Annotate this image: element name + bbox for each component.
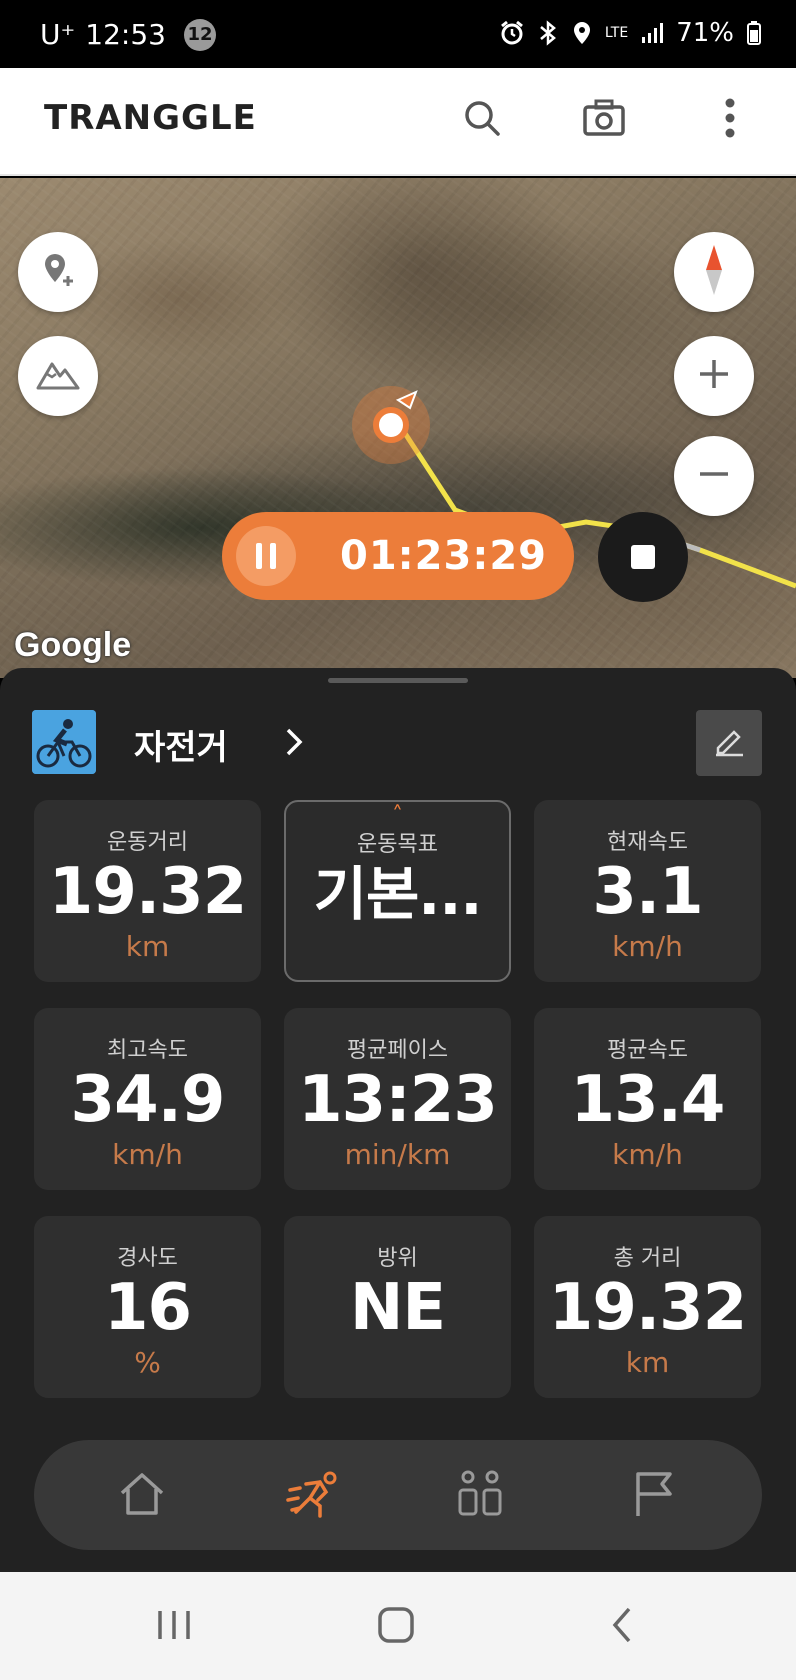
map-view[interactable]: 01:23:29 Google <box>0 178 796 678</box>
stat-card-goal[interactable]: ˄ 운동목표 기본... <box>284 800 511 982</box>
activity-label: 자전거 <box>134 728 228 768</box>
people-icon <box>457 1470 503 1522</box>
camera-button[interactable] <box>574 90 634 150</box>
bluetooth-icon <box>537 20 559 46</box>
stat-unit: % <box>134 1346 161 1379</box>
stat-unit: km/h <box>612 930 683 963</box>
bicycle-icon <box>32 710 96 774</box>
stop-button[interactable] <box>598 512 688 602</box>
stat-value: 16 <box>103 1271 192 1345</box>
stop-icon <box>631 545 655 569</box>
stat-card-avg-speed[interactable]: 평균속도 13.4 km/h <box>534 1008 761 1190</box>
sheet-handle[interactable] <box>328 678 468 683</box>
app-bar: TRANGGLE <box>0 68 796 176</box>
edit-icon <box>712 724 746 762</box>
camera-icon <box>582 98 626 142</box>
bottom-nav <box>34 1440 762 1550</box>
stat-value: 3.1 <box>592 855 703 929</box>
recording-timer: 01:23:29 <box>222 512 574 600</box>
zoom-in-button[interactable] <box>674 336 754 416</box>
recent-apps-icon <box>154 1607 194 1647</box>
back-icon <box>607 1605 637 1649</box>
nav-activity[interactable] <box>284 1466 344 1526</box>
stat-card-distance[interactable]: 운동거리 19.32 km <box>34 800 261 982</box>
caret-up-icon: ˄ <box>392 803 403 828</box>
pause-icon <box>256 543 262 569</box>
stat-value: 19.32 <box>548 1271 747 1345</box>
carrier-label: U⁺ <box>40 18 76 51</box>
flag-icon <box>632 1470 676 1522</box>
compass-icon <box>704 243 724 301</box>
search-icon <box>462 98 502 142</box>
battery-label: 71% <box>676 18 734 48</box>
zoom-in-icon <box>697 357 731 395</box>
stat-unit: km <box>125 930 170 963</box>
mountain-icon <box>35 356 81 396</box>
status-time: 12:53 <box>85 18 166 51</box>
location-icon <box>571 20 593 46</box>
stat-unit: min/km <box>344 1138 451 1171</box>
stat-value: 13.4 <box>570 1063 726 1137</box>
stat-card-max-speed[interactable]: 최고속도 34.9 km/h <box>34 1008 261 1190</box>
nav-people[interactable] <box>450 1466 510 1526</box>
stat-card-slope[interactable]: 경사도 16 % <box>34 1216 261 1398</box>
lte-label: LTE <box>604 25 629 41</box>
stat-unit: km/h <box>612 1138 683 1171</box>
stat-value: 13:23 <box>298 1063 498 1137</box>
chevron-right-icon <box>274 720 314 764</box>
activity-icon <box>286 1470 342 1522</box>
more-vert-icon <box>724 97 736 143</box>
add-location-button[interactable] <box>18 232 98 312</box>
app-logo: TRANGGLE <box>44 98 257 138</box>
stat-card-heading[interactable]: 방위 NE <box>284 1216 511 1398</box>
status-bar: U⁺ 12:53 12 LTE 71% <box>0 0 796 68</box>
zoom-out-icon <box>697 457 731 495</box>
stat-card-current-speed[interactable]: 현재속도 3.1 km/h <box>534 800 761 982</box>
stat-card-total-distance[interactable]: 총 거리 19.32 km <box>534 1216 761 1398</box>
stat-value: 기본... <box>313 860 483 928</box>
stat-card-avg-pace[interactable]: 평균페이스 13:23 min/km <box>284 1008 511 1190</box>
compass-button[interactable] <box>674 232 754 312</box>
stat-value: 34.9 <box>70 1063 226 1137</box>
stats-sheet: 자전거 운동거리 19.32 km ˄ 운동목표 기본... 현재속도 3.1 … <box>0 668 796 1572</box>
nav-flag[interactable] <box>624 1466 684 1526</box>
elapsed-time: 01:23:29 <box>340 533 547 579</box>
notification-badge: 12 <box>183 18 216 51</box>
more-button[interactable] <box>700 90 760 150</box>
terrain-button[interactable] <box>18 336 98 416</box>
stat-unit: km <box>625 1346 670 1379</box>
recent-apps-button[interactable] <box>144 1602 204 1652</box>
add-location-icon <box>38 250 78 294</box>
search-button[interactable] <box>452 90 512 150</box>
battery-icon <box>746 20 762 46</box>
stat-value: NE <box>349 1271 446 1345</box>
activity-selector[interactable]: 자전거 <box>32 710 762 780</box>
system-nav-bar <box>0 1572 796 1680</box>
edit-button[interactable] <box>696 710 762 776</box>
zoom-out-button[interactable] <box>674 436 754 516</box>
current-location-marker <box>352 386 430 464</box>
home-icon <box>118 1471 166 1521</box>
nav-home[interactable] <box>112 1466 172 1526</box>
alarm-icon <box>499 20 525 46</box>
stat-value: 19.32 <box>48 855 247 929</box>
home-square-icon <box>376 1605 416 1649</box>
google-attribution: Google <box>14 626 132 664</box>
back-button[interactable] <box>592 1602 652 1652</box>
stat-unit: km/h <box>112 1138 183 1171</box>
home-button[interactable] <box>366 1602 426 1652</box>
signal-icon <box>640 21 664 45</box>
pause-button[interactable] <box>236 526 296 586</box>
